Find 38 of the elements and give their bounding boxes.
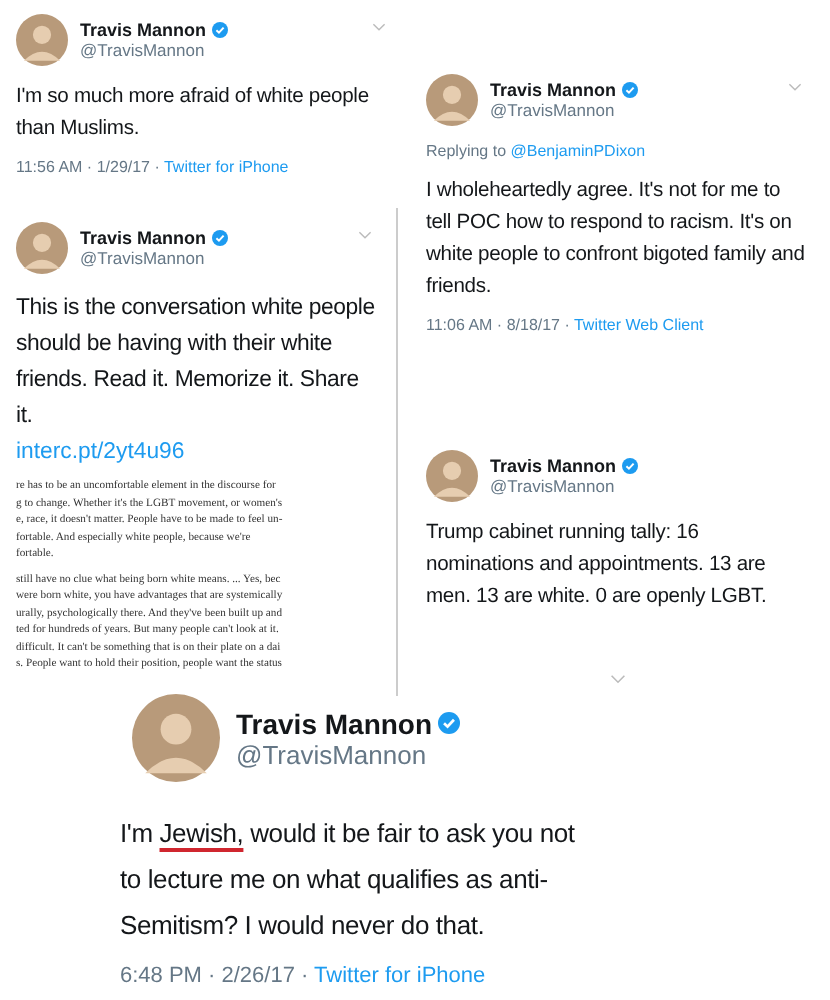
- user-name: Travis Mannon: [490, 80, 617, 100]
- user-name: Travis Mannon: [80, 228, 207, 248]
- tweet-text: Trump cabinet running tally: 16 nominations and appointments. 13 are men. 13 are white. 0 are openly LGBT.: [426, 520, 769, 612]
- tweet-timestamp: 11:06 AM · 8/18/17 ·: [426, 316, 572, 334]
- user-name: Travis Mannon: [490, 456, 617, 476]
- tweet-link[interactable]: interc.pt/2yt4u96: [16, 434, 380, 470]
- verified-badge-icon: [622, 82, 639, 98]
- user-handle: @TravisMannon: [236, 739, 429, 769]
- avatar-icon: [16, 222, 68, 274]
- verified-badge-icon: [212, 230, 229, 246]
- user-handle: @TravisMannon: [490, 476, 617, 496]
- chevron-down-icon[interactable]: [788, 82, 802, 92]
- verified-badge-icon: [212, 22, 229, 38]
- source-link[interactable]: Twitter Web Client: [573, 316, 704, 334]
- mention-link[interactable]: @BenjaminPDixon: [510, 142, 646, 160]
- verified-badge-icon: [438, 712, 461, 734]
- user-handle: @TravisMannon: [80, 248, 207, 268]
- user-name: Travis Mannon: [80, 20, 207, 40]
- chevron-down-icon[interactable]: [372, 22, 386, 32]
- tweet-text: I wholeheartedly agree. It's not for me to tell POC how to respond to racism. It's on white people to confront bigoted family and friends.: [426, 178, 807, 302]
- source-link[interactable]: Twitter for iPhone: [314, 964, 486, 988]
- tweet-text: This is the conversation white people should be having with their white friends. Read it. Memorize it. Share it.: [16, 294, 377, 432]
- user-name: Travis Mannon: [236, 707, 433, 739]
- avatar-icon: [132, 694, 220, 782]
- chevron-down-icon[interactable]: [610, 674, 626, 684]
- tweet-timestamp: 6:48 PM · 2/26/17 ·: [120, 964, 311, 988]
- replying-to-text: Replying to @BenjaminPDixon: [426, 142, 648, 160]
- verified-badge-icon: [622, 458, 639, 474]
- tweet-timestamp: 11:56 AM · 1/29/17 ·: [16, 158, 162, 176]
- avatar-icon: [426, 74, 478, 126]
- user-handle: @TravisMannon: [490, 100, 617, 120]
- avatar-icon: [16, 14, 68, 66]
- tweet-text: I'm Jewish, would it be fair to ask you not to lecture me on what qualifies as anti-Semitism? I would never do that.: [120, 816, 577, 944]
- tweet-text: I'm so much more afraid of white people than Muslims.: [16, 84, 371, 144]
- avatar-icon: [426, 450, 478, 502]
- chevron-down-icon[interactable]: [358, 230, 372, 240]
- user-handle: @TravisMannon: [80, 40, 207, 60]
- source-link[interactable]: Twitter for iPhone: [163, 158, 289, 176]
